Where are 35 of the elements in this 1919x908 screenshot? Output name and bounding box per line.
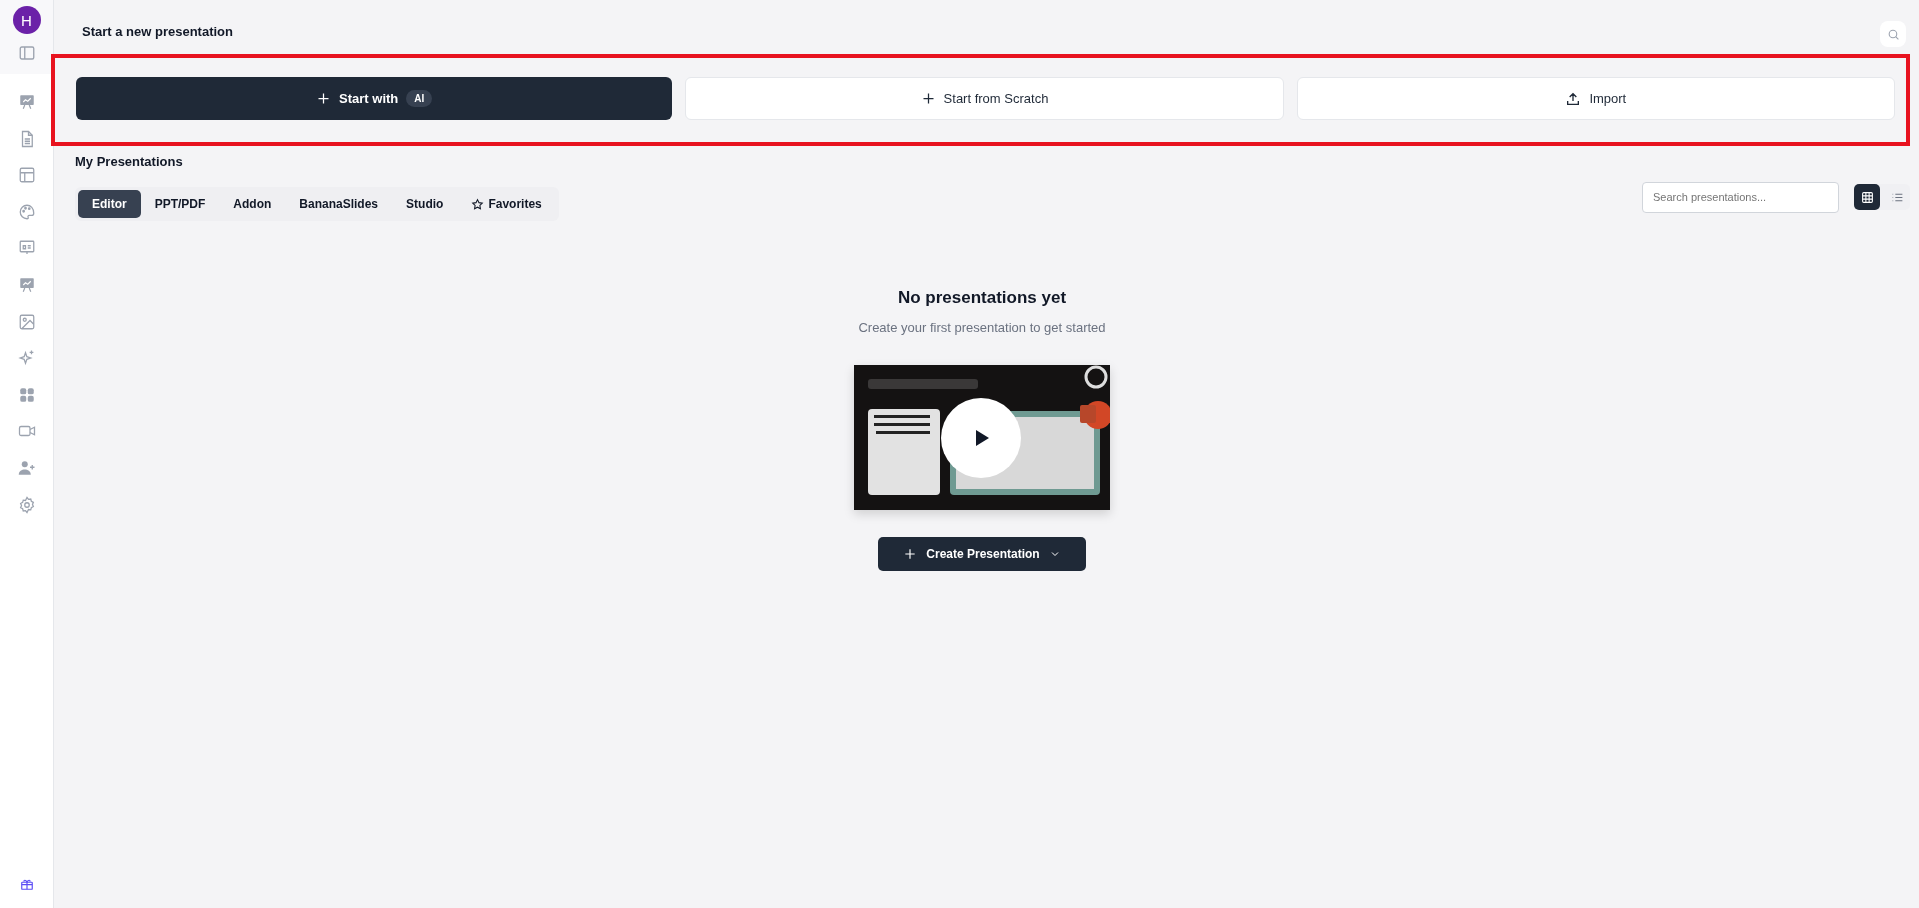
tab[interactable]: Addon [219,190,286,218]
tab[interactable]: PPT/PDF [140,190,220,218]
tab[interactable]: BananaSlides [285,190,393,218]
start-with-ai-button[interactable]: Start with AI [76,77,673,120]
tab[interactable]: Studio [392,190,458,218]
grid-icon [1860,190,1874,204]
apps-icon[interactable] [17,385,36,404]
user-avatar[interactable]: H [12,6,41,34]
create-presentation-button[interactable]: Create Presentation [878,537,1086,571]
search-button[interactable] [1880,21,1906,47]
empty-state-subtitle: Create your first presentation to get started [858,320,1106,335]
image-icon[interactable] [17,312,36,331]
grid-view-button[interactable] [1854,184,1880,210]
import-button[interactable]: Import [1296,77,1895,120]
settings-icon[interactable] [17,495,36,514]
upload-icon [1565,90,1582,107]
empty-state-title: No presentations yet [897,288,1067,308]
layout-icon[interactable] [17,166,36,185]
presentation-icon[interactable] [17,275,36,294]
search-icon [1886,27,1900,41]
sparkles-icon[interactable] [17,349,36,368]
start-from-scratch-button[interactable]: Start from Scratch [685,77,1284,120]
gift-icon[interactable] [19,877,34,891]
presentation-icon[interactable] [17,93,36,111]
palette-icon[interactable] [17,202,36,221]
tab[interactable]: Favorites [457,190,556,218]
star-icon [471,197,485,211]
page-title: Start a new presentation [82,23,233,39]
sidebar-toggle-icon[interactable] [17,44,36,62]
add-user-icon[interactable] [17,458,36,477]
section-title: My Presentations [75,154,184,169]
plus-icon [316,91,332,106]
search-field[interactable]: Search presentations... [1642,181,1839,213]
tab[interactable]: Editor [78,190,141,218]
plus-icon [903,547,918,561]
